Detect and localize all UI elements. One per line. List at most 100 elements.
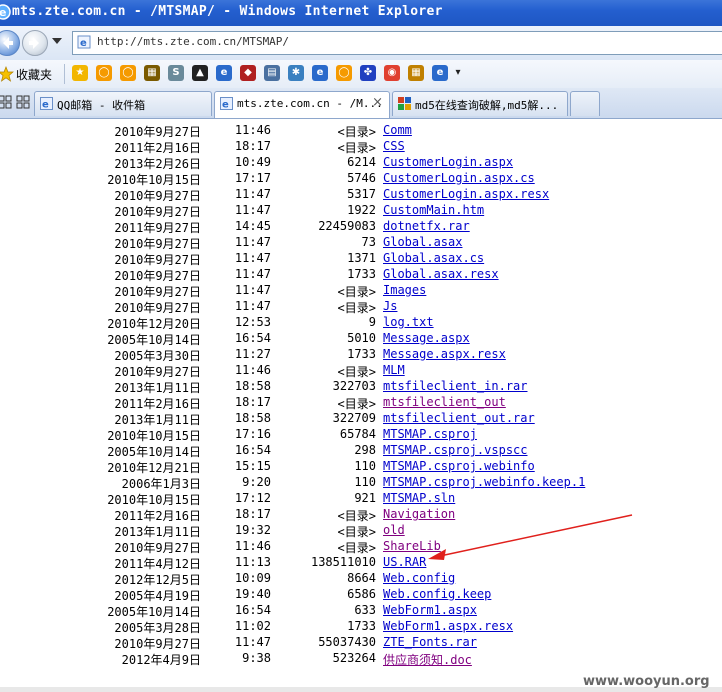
listing-name[interactable]: 供应商须知.doc (383, 651, 472, 668)
chevron-down-icon[interactable]: ▾ (450, 65, 466, 81)
tab-qq-mail[interactable]: e QQ邮箱 - 收件箱 (34, 91, 212, 116)
listing-name[interactable]: mtsfileclient_out.rar (383, 411, 535, 425)
listing-name[interactable]: log.txt (383, 315, 434, 329)
ie-page-icon-2[interactable]: e (312, 65, 328, 81)
listing-size: 5317 (347, 187, 376, 201)
listing-name[interactable]: Comm (383, 123, 412, 137)
listing-name[interactable]: CustomerLogin.aspx.cs (383, 171, 535, 185)
listing-time: 18:17 (234, 395, 271, 409)
listing-name[interactable]: US.RAR (383, 555, 426, 569)
listing-name[interactable]: Global.asax.resx (383, 267, 499, 281)
listing-name[interactable]: Js (383, 299, 397, 313)
listing-size: 6214 (347, 155, 376, 169)
ie-page-icon[interactable]: e (216, 65, 232, 81)
listing-size: 65784 (339, 427, 376, 441)
listing-name[interactable]: Global.asax (383, 235, 462, 249)
back-button[interactable] (0, 30, 20, 56)
red-link-icon[interactable]: ◆ (240, 65, 256, 81)
calculator-icon[interactable]: ▦ (144, 65, 160, 81)
listing-time: 11:47 (234, 187, 271, 201)
listing-time: 16:54 (234, 443, 271, 457)
add-favorite-icon[interactable]: ★ (72, 65, 88, 81)
quick-tabs-icon[interactable] (0, 95, 12, 109)
address-field[interactable]: e http://mts.zte.com.cn/MTSMAP/ (72, 31, 722, 55)
listing-size: 1922 (347, 203, 376, 217)
listing-name[interactable]: ShareLib (383, 539, 441, 553)
listing-name[interactable]: Navigation (383, 507, 455, 521)
tab-md5[interactable]: md5在线查询破解,md5解... (392, 91, 568, 116)
listing-name[interactable]: ZTE_Fonts.rar (383, 635, 477, 649)
listing-time: 18:17 (234, 139, 271, 153)
tab-mtsmap[interactable]: e mts.zte.com.cn - /M... × (214, 91, 390, 118)
arrow-right-icon (29, 37, 39, 49)
listing-row: 2006年1月3日 9:20 110 MTSMAP.csproj.webinfo.ke… (0, 474, 722, 491)
listing-name[interactable]: old (383, 523, 405, 537)
qq-mail-icon-2[interactable]: ◯ (120, 65, 136, 81)
listing-name[interactable]: MTSMAP.csproj.webinfo (383, 459, 535, 473)
tab-bar: e QQ邮箱 - 收件箱 e mts.zte.com.cn - /M... × … (0, 88, 722, 119)
listing-name[interactable]: MTSMAP.sln (383, 491, 455, 505)
grid-icon[interactable]: ▦ (408, 65, 424, 81)
listing-size: 55037430 (318, 635, 376, 649)
paw-icon[interactable]: ✤ (360, 65, 376, 81)
listing-time: 11:47 (234, 283, 271, 297)
listing-time: 16:54 (234, 603, 271, 617)
listing-time: 19:32 (234, 523, 271, 537)
listing-name[interactable]: mtsfileclient_out (383, 395, 506, 409)
favorites-star-icon[interactable] (0, 66, 14, 82)
listing-name[interactable]: Images (383, 283, 426, 297)
history-dropdown-icon[interactable] (52, 38, 62, 44)
listing-name[interactable]: CustomerLogin.aspx.resx (383, 187, 549, 201)
listing-name[interactable]: dotnetfx.rar (383, 219, 470, 233)
listing-row: 2013年1月11日 19:32 <目录> old (0, 522, 722, 539)
gear-icon[interactable]: ✱ (288, 65, 304, 81)
listing-name[interactable]: Web.config (383, 571, 455, 585)
listing-time: 11:47 (234, 299, 271, 313)
listing-name[interactable]: MTSMAP.csproj (383, 427, 477, 441)
forward-button[interactable] (22, 30, 48, 56)
qq-mail-icon[interactable]: ◯ (96, 65, 112, 81)
listing-name[interactable]: Message.aspx (383, 331, 470, 345)
ie-page-icon-3[interactable]: e (432, 65, 448, 81)
listing-row: 2010年9月27日 11:47 1371 Global.asax.cs (0, 250, 722, 267)
tool-icon[interactable]: ▲ (192, 65, 208, 81)
listing-name[interactable]: WebForm1.aspx (383, 603, 477, 617)
doc-icon[interactable]: ▤ (264, 65, 280, 81)
listing-row: 2010年9月27日 11:47 55037430 ZTE_Fonts.rar (0, 634, 722, 651)
listing-name[interactable]: CustomerLogin.aspx (383, 155, 513, 169)
listing-name[interactable]: CSS (383, 139, 405, 153)
listing-size: 5010 (347, 331, 376, 345)
listing-time: 11:46 (234, 539, 271, 553)
arrow-left-icon (3, 37, 13, 49)
chrome-icon[interactable]: ◉ (384, 65, 400, 81)
listing-name[interactable]: MLM (383, 363, 405, 377)
listing-size: 8664 (347, 571, 376, 585)
listing-time: 17:12 (234, 491, 271, 505)
new-tab-button[interactable] (570, 91, 600, 116)
listing-row: 2005年10月14日 16:54 298 MTSMAP.csproj.vspscc (0, 442, 722, 459)
link-icon[interactable]: S (168, 65, 184, 81)
listing-name[interactable]: Message.aspx.resx (383, 347, 506, 361)
listing-name[interactable]: WebForm1.aspx.resx (383, 619, 513, 633)
listing-size: 298 (354, 443, 376, 457)
listing-time: 17:17 (234, 171, 271, 185)
listing-size: 1733 (347, 267, 376, 281)
svg-text:e: e (222, 100, 229, 111)
listing-size: 110 (354, 459, 376, 473)
listing-name[interactable]: Web.config.keep (383, 587, 491, 601)
favorites-label[interactable]: 收藏夹 (16, 66, 52, 83)
close-tab-icon[interactable]: × (372, 95, 383, 110)
listing-name[interactable]: mtsfileclient_in.rar (383, 379, 528, 393)
listing-date: 2012年4月9日 (121, 653, 201, 667)
listing-name[interactable]: MTSMAP.csproj.vspscc (383, 443, 528, 457)
listing-size: 633 (354, 603, 376, 617)
listing-name[interactable]: MTSMAP.csproj.webinfo.keep.1 (383, 475, 585, 489)
window-titlebar: e mts.zte.com.cn - /MTSMAP/ - Windows In… (0, 0, 722, 26)
listing-name[interactable]: Global.asax.cs (383, 251, 484, 265)
listing-name[interactable]: CustomMain.htm (383, 203, 484, 217)
listing-time: 11:46 (234, 123, 271, 137)
qq-icon[interactable]: ◯ (336, 65, 352, 81)
listing-time: 11:13 (234, 555, 271, 569)
tab-list-icon[interactable] (16, 95, 30, 109)
listing-row: 2010年10月15日 17:12 921 MTSMAP.sln (0, 490, 722, 507)
